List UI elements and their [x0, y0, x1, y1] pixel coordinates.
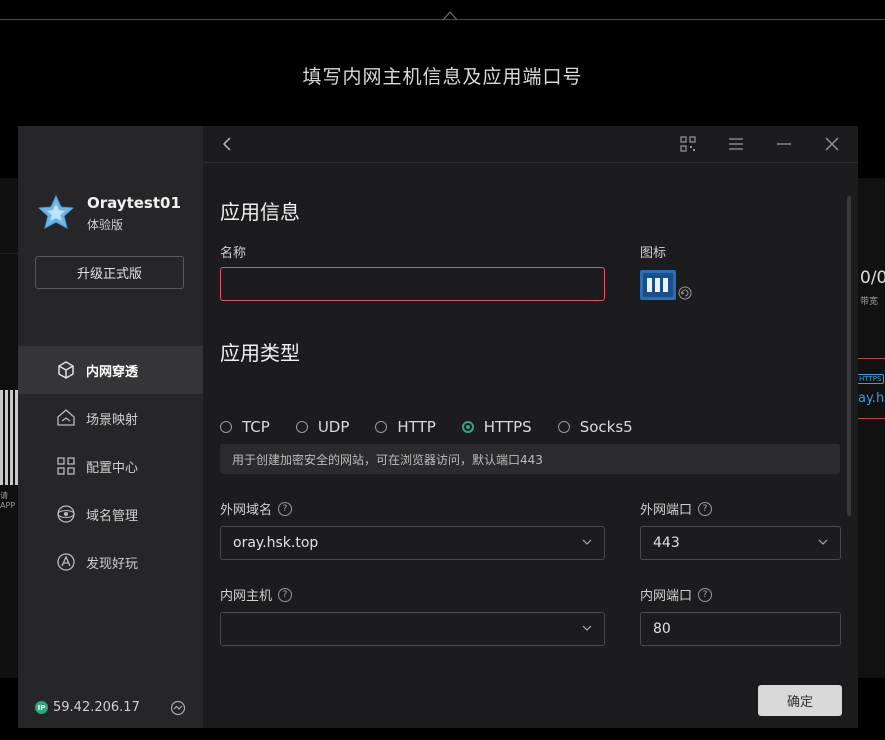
radio-dot[interactable] [220, 421, 232, 433]
int-port-input[interactable]: 80 [640, 612, 841, 646]
menu-icon[interactable] [727, 135, 745, 153]
ext-domain-value: oray.hsk.top [233, 535, 319, 551]
back-arrow-icon[interactable] [219, 135, 237, 153]
app-type-hint: 用于创建加密安全的网站，可在浏览器访问，默认端口443 [220, 444, 840, 474]
sidebar-item-label: 配置中心 [86, 460, 139, 476]
sidebar-item-label: 内网穿透 [86, 364, 139, 380]
chevron-down-icon [582, 625, 592, 631]
banner-title: 填写内网主机信息及应用端口号 [302, 66, 583, 88]
help-icon[interactable]: ? [278, 501, 293, 516]
int-host-label-text: 内网主机 [220, 589, 273, 604]
pointer-notch-icon [442, 11, 458, 21]
help-icon[interactable]: ? [278, 587, 293, 602]
minimize-icon[interactable] [775, 135, 793, 153]
ext-port-select[interactable]: 443 [640, 526, 841, 560]
edition-label: 体验版 [87, 218, 124, 232]
icon-label: 图标 [640, 246, 667, 261]
cube-icon [56, 360, 76, 380]
sidebar: Oraytest01 体验版 升级正式版 内网穿透 场景映射 配置中心 域名管理… [18, 126, 203, 728]
network-refresh-icon[interactable] [170, 700, 186, 716]
background-page-right: 0/0 带宽 HTTPS ay.hsk [856, 178, 885, 678]
ext-port-label: 外网端口 ? [640, 499, 713, 518]
bg-domain-link: ay.hsk [858, 391, 885, 406]
radio-label: UDP [317, 418, 350, 436]
ext-port-label-text: 外网端口 [640, 503, 693, 518]
radio-dot[interactable] [557, 421, 570, 433]
chevron-down-icon [818, 539, 828, 545]
sidebar-item-label: 场景映射 [86, 412, 139, 428]
sidebar-nav: 内网穿透 场景映射 配置中心 域名管理 发现好玩 [18, 346, 203, 586]
name-label: 名称 [220, 246, 247, 261]
sidebar-item-label: 域名管理 [86, 508, 139, 524]
background-page-left: 请APP [0, 178, 18, 678]
name-input[interactable] [220, 267, 605, 301]
radio-label: HTTP [397, 418, 436, 436]
scrollbar[interactable] [847, 196, 851, 516]
radio-label: TCP [242, 418, 270, 436]
qr-caption: 请APP [0, 491, 16, 510]
int-host-select[interactable] [220, 612, 605, 646]
radio-label: Socks5 [579, 418, 633, 436]
refresh-icon[interactable] [678, 286, 692, 300]
radio-udp[interactable]: UDP [295, 418, 350, 436]
section-app-type: 应用类型 [220, 341, 300, 365]
ext-domain-label-text: 外网域名 [220, 503, 273, 518]
ext-domain-label: 外网域名 ? [220, 499, 293, 518]
qr-code-icon [0, 390, 18, 485]
radio-tcp[interactable]: TCP [220, 418, 270, 436]
radio-dot[interactable] [461, 421, 474, 433]
chevron-down-icon [582, 539, 592, 545]
radio-http[interactable]: HTTP [375, 418, 436, 436]
int-host-label: 内网主机 ? [220, 585, 293, 604]
int-port-label: 内网端口 ? [640, 585, 713, 604]
radio-https[interactable]: HTTPS [461, 418, 532, 436]
house-icon [56, 408, 76, 428]
sidebar-item-discover[interactable]: 发现好玩 [18, 538, 203, 586]
globe-icon [56, 504, 76, 524]
sidebar-item-label: 发现好玩 [86, 556, 139, 572]
help-icon[interactable]: ? [698, 587, 713, 602]
ext-port-value: 443 [653, 535, 680, 551]
bg-bandwidth-value: 0/0 [860, 268, 885, 288]
ip-status: IP 59.42.206.17 [35, 700, 140, 715]
username: Oraytest01 [87, 194, 181, 212]
grid-icon [56, 456, 76, 476]
sidebar-item-domain[interactable]: 域名管理 [18, 490, 203, 538]
int-port-label-text: 内网端口 [640, 589, 693, 604]
confirm-button[interactable]: 确定 [758, 685, 842, 716]
ip-address: 59.42.206.17 [53, 700, 140, 715]
help-icon[interactable]: ? [698, 501, 713, 516]
radio-dot[interactable] [295, 421, 308, 433]
app-type-radio-group: TCP UDP HTTP HTTPS Socks5 [220, 418, 659, 436]
sidebar-item-intranet[interactable]: 内网穿透 [18, 346, 203, 394]
radio-label: HTTPS [483, 418, 532, 436]
section-app-info: 应用信息 [220, 200, 300, 224]
bg-bandwidth-caption: 带宽 [860, 297, 879, 307]
radio-dot[interactable] [375, 421, 388, 433]
compass-icon [56, 552, 76, 572]
bg-https-tag: HTTPS [856, 374, 885, 384]
app-icon-picker[interactable] [640, 270, 676, 300]
close-icon[interactable] [823, 135, 841, 153]
star-avatar-icon [37, 194, 75, 229]
qr-code-icon[interactable] [679, 135, 697, 153]
sidebar-item-scene[interactable]: 场景映射 [18, 394, 203, 442]
ext-domain-select[interactable]: oray.hsk.top [220, 526, 605, 560]
radio-socks5[interactable]: Socks5 [557, 418, 633, 436]
upgrade-button[interactable]: 升级正式版 [35, 256, 184, 289]
sidebar-item-config[interactable]: 配置中心 [18, 442, 203, 490]
title-bar [203, 126, 858, 163]
footer-bar: 确定 [203, 671, 858, 728]
app-window: Oraytest01 体验版 升级正式版 内网穿透 场景映射 配置中心 域名管理… [18, 126, 858, 728]
ip-badge-icon: IP [35, 701, 48, 714]
